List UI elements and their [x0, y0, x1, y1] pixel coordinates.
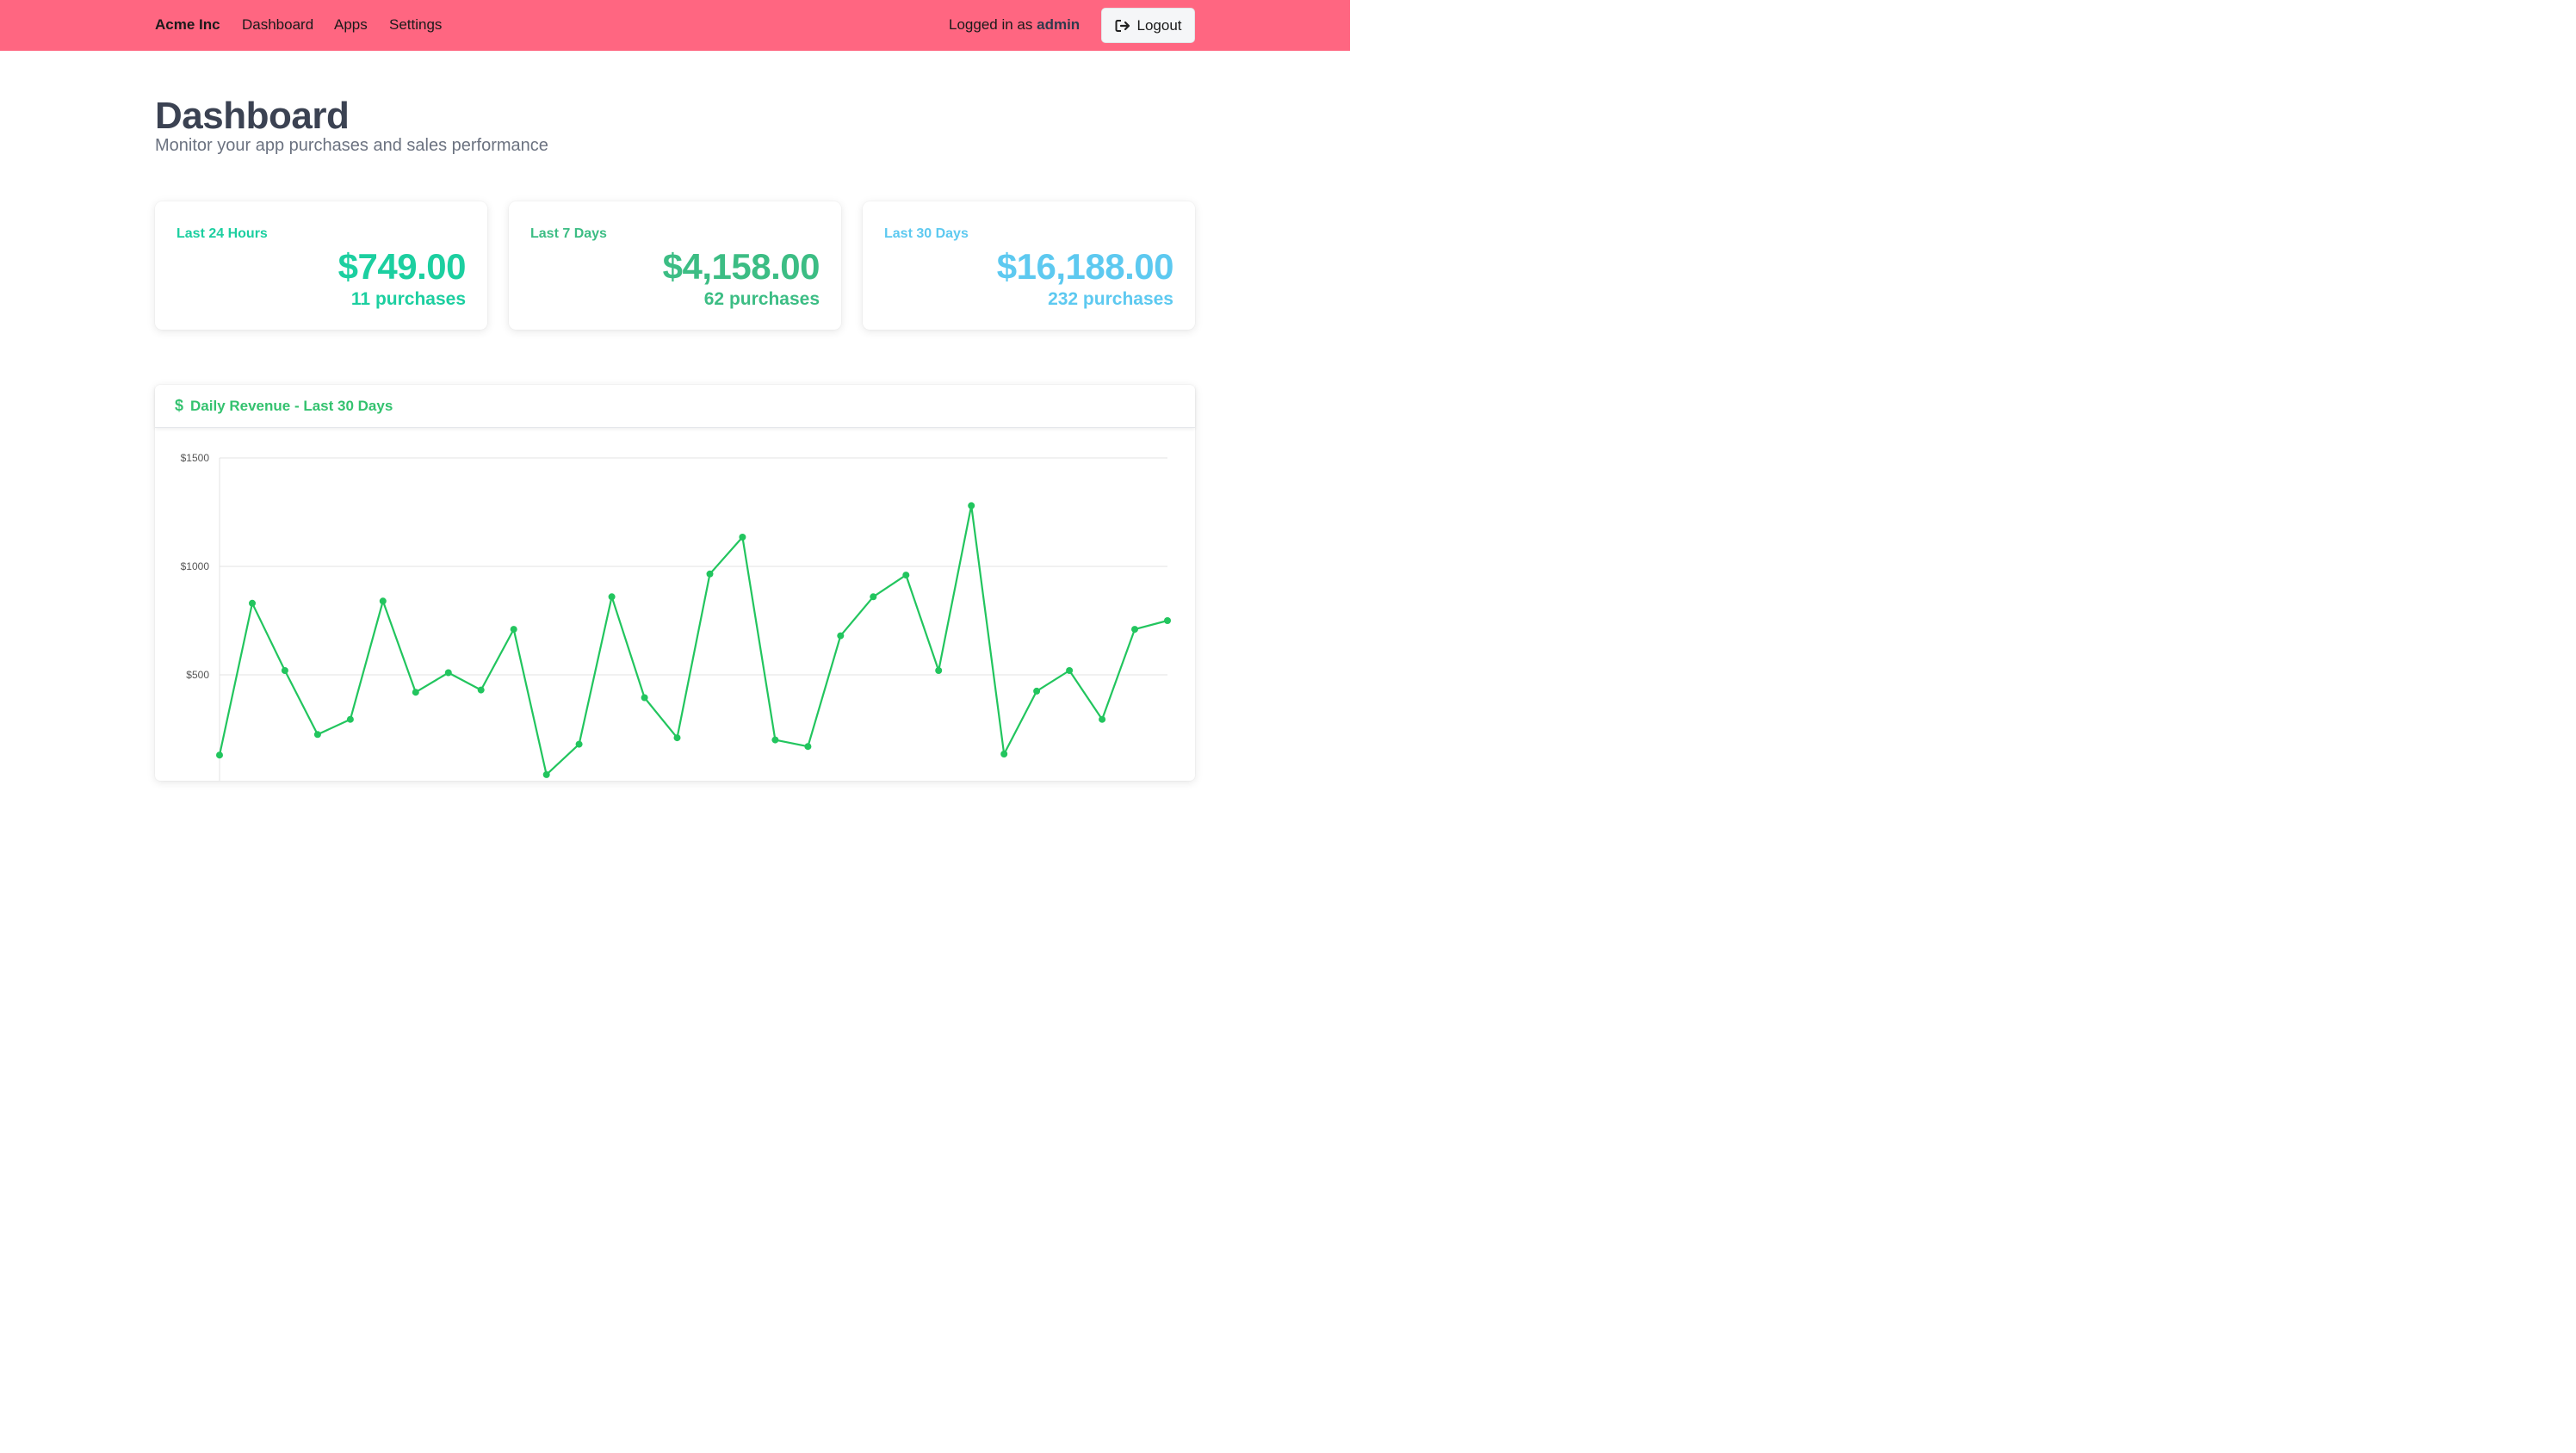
data-point [739, 534, 746, 541]
data-point [706, 570, 714, 578]
stat-amount: $16,188.00 [996, 246, 1174, 287]
stat-amount: $749.00 [337, 246, 467, 287]
revenue-line [218, 504, 1168, 776]
data-point [412, 689, 419, 696]
data-point [542, 770, 550, 778]
page-title: Dashboard [155, 95, 350, 137]
data-point [804, 743, 812, 751]
chart-header: $ Daily Revenue - Last 30 Days [155, 385, 1195, 428]
data-point [281, 667, 288, 674]
y-tick-label: $1500 [181, 452, 210, 464]
nav-link-apps[interactable]: Apps [334, 16, 368, 34]
data-point [313, 731, 321, 739]
data-point [249, 599, 256, 607]
data-point [444, 669, 452, 677]
stat-label: Last 7 Days [530, 226, 607, 241]
stat-label: Last 24 Hours [176, 226, 268, 241]
data-point [379, 597, 387, 605]
logout-label: Logout [1136, 16, 1182, 34]
data-point [968, 502, 975, 510]
y-tick-label: $500 [186, 669, 209, 681]
logout-button[interactable]: Logout [1101, 8, 1195, 43]
stat-count: 232 purchases [1048, 289, 1173, 309]
revenue-line-chart: $1500 $1000 $500 [181, 452, 1171, 781]
stat-card-30d: Last 30 Days $16,188.00 232 purchases [863, 201, 1195, 330]
data-point [771, 736, 779, 744]
logged-in-status: Logged in as admin [949, 16, 1080, 34]
revenue-chart-card: $1500 $1000 $500 $ Daily Revenue - Last 30… [155, 385, 1195, 781]
stat-count: 62 purchases [703, 289, 820, 309]
data-point [902, 572, 910, 579]
data-point [673, 734, 681, 742]
data-point [216, 751, 223, 759]
data-point [641, 694, 648, 702]
nav-link-settings[interactable]: Settings [389, 16, 442, 34]
y-tick-label: $1000 [181, 560, 210, 572]
page-subtitle: Monitor your app purchases and sales per… [155, 136, 548, 155]
data-point [1099, 715, 1106, 723]
data-point [608, 593, 616, 601]
data-point [870, 593, 877, 601]
data-point [1033, 687, 1041, 695]
data-point [1131, 626, 1138, 634]
stat-card-7d: Last 7 Days $4,158.00 62 purchases [509, 201, 841, 330]
stat-label: Last 30 Days [884, 226, 969, 241]
stat-count: 11 purchases [350, 289, 466, 309]
data-point [935, 667, 943, 674]
data-point [1000, 751, 1008, 757]
data-point [837, 632, 845, 640]
stat-amount: $4,158.00 [662, 246, 820, 287]
data-point [477, 686, 485, 694]
data-point [575, 740, 583, 748]
username: admin [1037, 16, 1081, 33]
sign-out-icon [1115, 19, 1130, 32]
data-point [1066, 667, 1074, 674]
data-point [1164, 617, 1171, 624]
top-navbar: Acme Inc Dashboard Apps Settings Logged … [0, 0, 1350, 51]
logged-in-prefix: Logged in as [949, 16, 1033, 33]
dollar-icon: $ [175, 397, 184, 414]
brand-link[interactable]: Acme Inc [155, 16, 220, 34]
data-point [346, 715, 354, 723]
nav-link-dashboard[interactable]: Dashboard [242, 16, 313, 34]
chart-title: Daily Revenue - Last 30 Days [190, 397, 393, 414]
data-point [510, 626, 517, 634]
stat-card-24h: Last 24 Hours $749.00 11 purchases [155, 201, 487, 330]
